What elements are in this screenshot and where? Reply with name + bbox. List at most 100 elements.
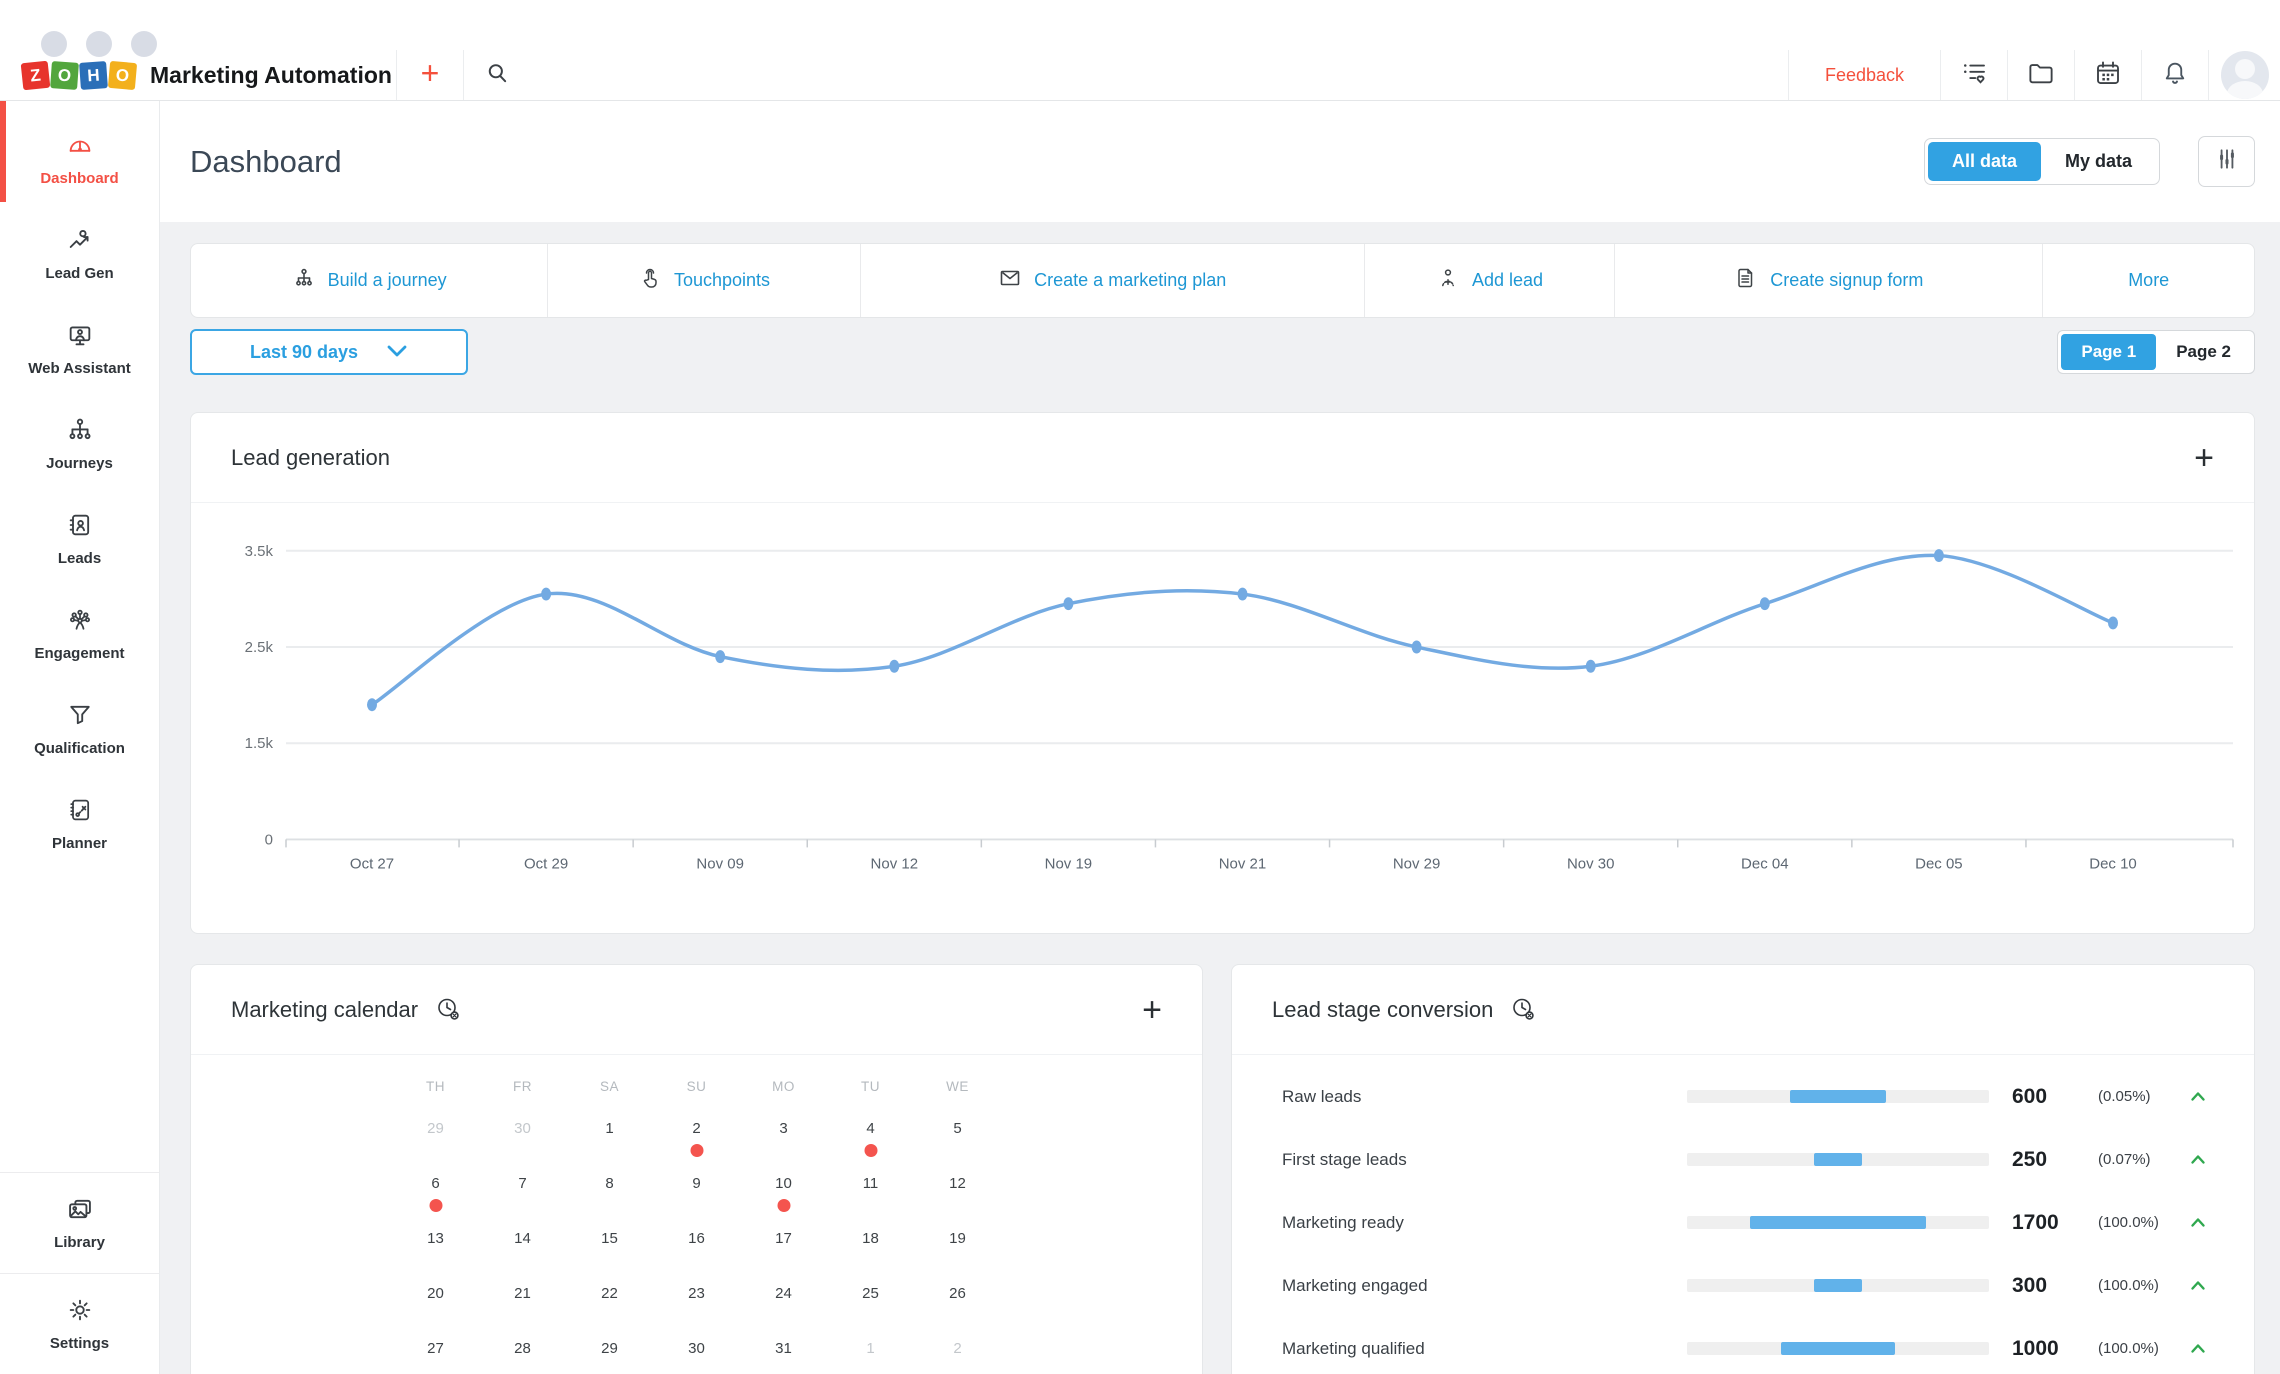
calendar-date[interactable]: 6 [392, 1175, 479, 1230]
calendar-date[interactable]: 2 [653, 1120, 740, 1175]
dashboard-settings-button[interactable] [2198, 136, 2255, 187]
stage-bar [1687, 1153, 1989, 1166]
sidebar-item-journeys[interactable]: Journeys [0, 396, 159, 491]
calendar-date[interactable]: 23 [653, 1285, 740, 1340]
add-widget-button[interactable]: + [2194, 441, 2214, 475]
calendar-date[interactable]: 29 [392, 1120, 479, 1175]
calendar-date[interactable]: 16 [653, 1230, 740, 1285]
marketing-calendar-card: Marketing calendar + TH FR SA SU MO TU WE 29 30 1 [190, 964, 1203, 1374]
touchpoints-button[interactable]: Touchpoints [547, 244, 859, 317]
create-marketing-plan-button[interactable]: Create a marketing plan [859, 244, 1364, 317]
sidebar-item-leads[interactable]: Leads [0, 491, 159, 586]
page-2-button[interactable]: Page 2 [2156, 334, 2251, 370]
search-button[interactable] [463, 50, 530, 100]
create-new-button[interactable]: + [396, 50, 463, 100]
stage-label: Marketing engaged [1282, 1275, 1428, 1295]
zoho-logo: ZOHO [20, 60, 138, 90]
app-header: ZOHO Marketing Automation + Feedback [0, 50, 2280, 101]
leads-icon [66, 511, 94, 543]
svg-text:Nov 19: Nov 19 [1045, 855, 1093, 872]
calendar-date[interactable]: 21 [479, 1285, 566, 1340]
calendar-date[interactable]: 9 [653, 1175, 740, 1230]
calendar-date[interactable]: 14 [479, 1230, 566, 1285]
history-clock-icon [434, 995, 462, 1028]
add-lead-button[interactable]: Add lead [1363, 244, 1615, 317]
calendar-date[interactable]: 11 [827, 1175, 914, 1230]
quick-actions-bar: Build a journey Touchpoints Create a mar… [190, 243, 2255, 318]
calendar-day-header: MO [772, 1079, 795, 1094]
calendar-date[interactable]: 4 [827, 1120, 914, 1175]
calendar-date[interactable]: 29 [566, 1340, 653, 1374]
calendar-day-header: TU [861, 1079, 880, 1094]
calendar-date[interactable]: 13 [392, 1230, 479, 1285]
calendar-date[interactable]: 8 [566, 1175, 653, 1230]
feedback-button[interactable]: Feedback [1788, 50, 1940, 100]
sidebar-item-lead-gen[interactable]: Lead Gen [0, 206, 159, 301]
calendar-date[interactable]: 22 [566, 1285, 653, 1340]
sidebar-item-web-assistant[interactable]: Web Assistant [0, 301, 159, 396]
sidebar-item-library[interactable]: Library [0, 1172, 159, 1273]
calendar-date[interactable]: 25 [827, 1285, 914, 1340]
calendar-date[interactable]: 12 [914, 1175, 1001, 1230]
calendar-date[interactable]: 3 [740, 1120, 827, 1175]
calendar-date[interactable]: 30 [653, 1340, 740, 1374]
lead-generation-title: Lead generation [231, 444, 391, 470]
calendar-grid: TH FR SA SU MO TU WE 29 30 1 2 3 4 5 6 7 8 9 10 11 12 13 14 15 1… [392, 1079, 1001, 1374]
tasks-button[interactable] [1940, 50, 2007, 100]
my-data-button[interactable]: My data [2041, 142, 2156, 181]
calendar-date[interactable]: 1 [566, 1120, 653, 1175]
app-title: Marketing Automation [150, 61, 392, 88]
search-icon [483, 59, 511, 92]
calendar-date[interactable]: 26 [914, 1285, 1001, 1340]
calendar-date[interactable]: 30 [479, 1120, 566, 1175]
calendar-date[interactable]: 24 [740, 1285, 827, 1340]
notifications-button[interactable] [2141, 50, 2208, 100]
sidebar-item-settings[interactable]: Settings [0, 1273, 159, 1374]
svg-text:Nov 09: Nov 09 [696, 855, 744, 872]
sidebar: Dashboard Lead Gen Web Assistant Journey… [0, 101, 160, 1374]
create-signup-form-button[interactable]: Create signup form [1614, 244, 2042, 317]
sidebar-item-planner[interactable]: Planner [0, 776, 159, 871]
calendar-day-header: FR [513, 1079, 532, 1094]
calendar-date[interactable]: 20 [392, 1285, 479, 1340]
all-data-button[interactable]: All data [1927, 142, 2041, 181]
calendar-date[interactable]: 15 [566, 1230, 653, 1285]
files-button[interactable] [2007, 50, 2074, 100]
build-journey-button[interactable]: Build a journey [191, 244, 547, 317]
settings-icon [66, 1296, 94, 1328]
filter-row: Last 90 days Page 1 Page 2 [190, 328, 2255, 376]
conversion-row: Marketing engaged 300 (100.0%) [1282, 1254, 2214, 1317]
calendar-button[interactable] [2074, 50, 2141, 100]
sidebar-item-engagement[interactable]: Engagement [0, 586, 159, 681]
engagement-icon [66, 606, 94, 638]
calendar-date[interactable]: 10 [740, 1175, 827, 1230]
user-menu-button[interactable] [2208, 50, 2280, 100]
stage-bar [1687, 1216, 1989, 1229]
calendar-date[interactable]: 19 [914, 1230, 1001, 1285]
more-button[interactable]: More [2042, 244, 2254, 317]
calendar-date[interactable]: 2 [914, 1340, 1001, 1374]
stage-label: Marketing ready [1282, 1212, 1404, 1232]
sidebar-item-qualification[interactable]: Qualification [0, 681, 159, 776]
zoho-logo-letter: O [50, 60, 79, 90]
svg-text:Dec 05: Dec 05 [1915, 855, 1963, 872]
calendar-date[interactable]: 5 [914, 1120, 1001, 1175]
add-person-icon [1436, 266, 1460, 295]
window-controls[interactable] [41, 31, 157, 57]
calendar-date[interactable]: 1 [827, 1340, 914, 1374]
calendar-date[interactable]: 7 [479, 1175, 566, 1230]
calendar-date[interactable]: 28 [479, 1340, 566, 1374]
page-1-button[interactable]: Page 1 [2061, 334, 2157, 370]
date-range-dropdown[interactable]: Last 90 days [190, 329, 468, 375]
calendar-date[interactable]: 18 [827, 1230, 914, 1285]
calendar-date[interactable]: 17 [740, 1230, 827, 1285]
sidebar-item-dashboard[interactable]: Dashboard [0, 101, 159, 206]
touch-icon [638, 266, 662, 295]
data-scope-toggle: All data My data [1923, 138, 2160, 185]
page-title: Dashboard [190, 143, 342, 179]
calendar-date[interactable]: 31 [740, 1340, 827, 1374]
calendar-date[interactable]: 27 [392, 1340, 479, 1374]
conversion-row: Raw leads 600 (0.05%) [1282, 1065, 2214, 1128]
add-event-button[interactable]: + [1142, 993, 1162, 1027]
dashboard-content: Build a journey Touchpoints Create a mar… [160, 222, 2280, 1374]
